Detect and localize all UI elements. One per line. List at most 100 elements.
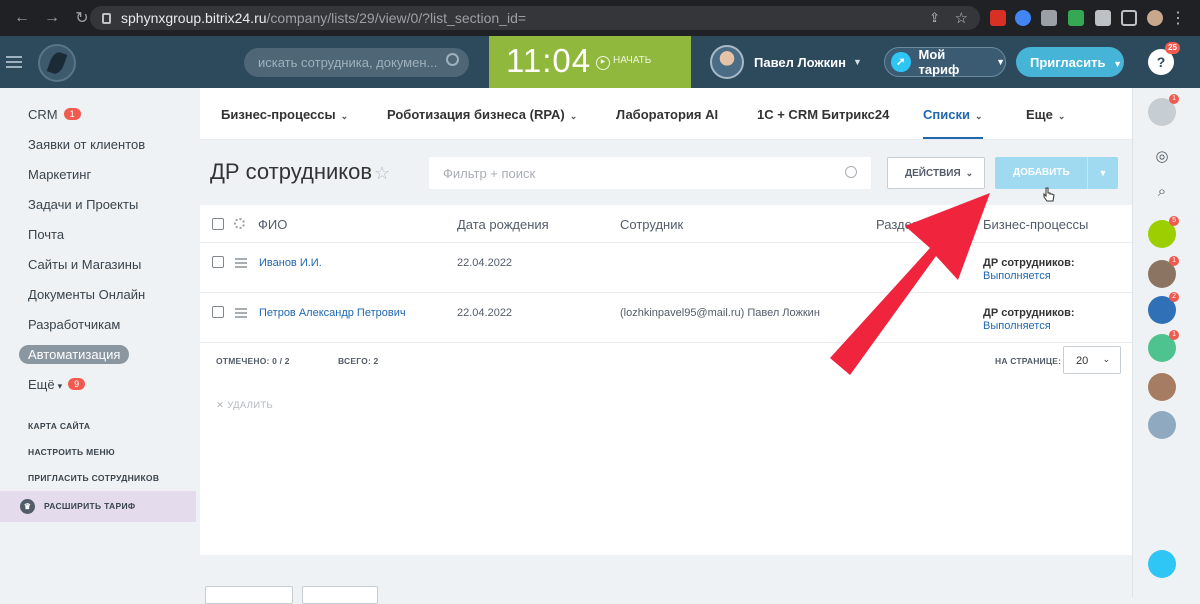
rocket-icon: ➚ bbox=[891, 52, 911, 72]
tab-label: Списки bbox=[923, 107, 970, 122]
row-checkbox[interactable] bbox=[212, 256, 224, 268]
help-button[interactable]: ? 25 bbox=[1148, 42, 1180, 75]
share-icon[interactable]: ⇪ bbox=[929, 10, 940, 26]
upgrade-plan-button[interactable]: ♛ РАСШИРИТЬ ТАРИФ bbox=[0, 491, 196, 522]
row-checkbox[interactable] bbox=[212, 306, 224, 318]
forward-icon[interactable]: → bbox=[44, 9, 60, 27]
company-logo[interactable] bbox=[38, 44, 76, 82]
sidebar-item-label: Задачи и Проекты bbox=[28, 197, 139, 212]
bottom-button[interactable] bbox=[205, 586, 293, 604]
search-input[interactable]: искать сотрудника, докумен... bbox=[244, 48, 469, 77]
sitemap-link[interactable]: КАРТА САЙТА bbox=[28, 421, 90, 431]
bookmark-star-icon[interactable]: ☆ bbox=[955, 9, 968, 27]
sidebar-item-documents[interactable]: Документы Онлайн bbox=[28, 287, 145, 302]
sidebar-item-sites[interactable]: Сайты и Магазины bbox=[28, 257, 141, 272]
column-header[interactable]: Дата рождения bbox=[457, 217, 549, 232]
table-row[interactable]: Петров Александр Петрович 22.04.2022 (lo… bbox=[200, 293, 1132, 343]
start-workday-button[interactable]: НАЧАТЬ bbox=[596, 55, 651, 70]
tab-business-processes[interactable]: Бизнес-процессы ⌄ bbox=[221, 107, 348, 122]
sidebar-item-mail[interactable]: Почта bbox=[28, 227, 64, 242]
search-icon[interactable] bbox=[446, 53, 459, 66]
tab-rpa[interactable]: Роботизация бизнеса (RPA) ⌄ bbox=[387, 107, 577, 122]
bp-status-link[interactable]: Выполняется bbox=[983, 270, 1051, 282]
select-all-checkbox[interactable] bbox=[212, 218, 224, 230]
extension-icon[interactable] bbox=[1015, 10, 1031, 26]
chat-icon[interactable]: ◎ bbox=[1148, 143, 1176, 171]
column-header[interactable]: Сотрудник bbox=[620, 217, 683, 232]
row-name-link[interactable]: Петров Александр Петрович bbox=[259, 307, 406, 319]
counter-badge: 9 bbox=[68, 378, 86, 390]
support-icon[interactable] bbox=[1148, 550, 1176, 578]
sidebar-item-developers[interactable]: Разработчикам bbox=[28, 317, 120, 332]
shield-icon[interactable] bbox=[1068, 10, 1084, 26]
address-bar[interactable]: sphynxgroup.bitrix24.ru/company/lists/29… bbox=[90, 6, 980, 30]
avatar[interactable] bbox=[1148, 411, 1176, 439]
more-icon[interactable]: ⋮ bbox=[1170, 8, 1186, 28]
tab-1c-crm[interactable]: 1С + CRM Битрикс24 bbox=[757, 107, 889, 122]
per-page-select[interactable]: 20 ⌄ bbox=[1063, 346, 1121, 374]
profile-avatar[interactable] bbox=[1147, 10, 1163, 26]
filter-search-input[interactable]: Фильтр + поиск bbox=[429, 157, 871, 189]
crown-icon: ♛ bbox=[20, 499, 35, 514]
column-header[interactable]: ФИО bbox=[258, 217, 287, 232]
sidebar-item-marketing[interactable]: Маркетинг bbox=[28, 167, 91, 182]
sidebar-item-more[interactable]: Ещё ▾ 9 bbox=[28, 377, 86, 392]
drag-handle-icon[interactable] bbox=[235, 258, 247, 270]
total-count: ВСЕГО: 2 bbox=[338, 356, 378, 366]
notifications-bell-icon[interactable]: 1 bbox=[1148, 94, 1179, 126]
chevron-down-icon: ⌄ bbox=[569, 111, 578, 121]
add-button[interactable]: ДОБАВИТЬ bbox=[995, 157, 1087, 189]
invite-employees-link[interactable]: ПРИГЛАСИТЬ СОТРУДНИКОВ bbox=[28, 473, 159, 483]
bp-status-link[interactable]: Выполняется bbox=[983, 320, 1051, 332]
search-icon[interactable]: ⌕ bbox=[1148, 178, 1176, 206]
avatar[interactable]: 1 bbox=[1148, 256, 1179, 288]
sidebar-item-label: Почта bbox=[28, 227, 65, 242]
browser-toolbar: ← → ↻ sphynxgroup.bitrix24.ru/company/li… bbox=[0, 0, 1200, 36]
group-chat-icon[interactable]: 2 bbox=[1148, 292, 1179, 324]
per-page-label: НА СТРАНИЦЕ: bbox=[995, 356, 1062, 366]
chevron-down-icon: ⌄ bbox=[1102, 354, 1110, 364]
back-icon[interactable]: ← bbox=[14, 9, 30, 27]
counter-badge: 1 bbox=[63, 108, 81, 120]
chevron-down-icon: ⌄ bbox=[340, 111, 349, 121]
column-header[interactable]: Бизнес-процессы bbox=[983, 217, 1088, 232]
invite-button[interactable]: Пригласить ▼ bbox=[1016, 47, 1124, 77]
lock-icon[interactable]: 5 bbox=[1148, 216, 1179, 248]
add-dropdown-button[interactable]: ▼ bbox=[1087, 157, 1118, 189]
drag-handle-icon[interactable] bbox=[235, 308, 247, 320]
favorite-star-icon[interactable]: ☆ bbox=[374, 163, 390, 184]
sidebar-item-crm[interactable]: CRM 1 bbox=[28, 107, 81, 122]
search-icon[interactable] bbox=[845, 166, 857, 178]
sidebar-item-tasks[interactable]: Задачи и Проекты bbox=[28, 197, 138, 212]
extension-icon[interactable] bbox=[990, 10, 1006, 26]
chevron-down-icon: ▾ bbox=[57, 381, 63, 391]
tariff-button[interactable]: ➚ Мой тариф ▼ bbox=[884, 47, 1006, 77]
sidebar-item-automation[interactable]: Автоматизация bbox=[19, 345, 130, 364]
bottom-button[interactable] bbox=[302, 586, 378, 604]
user-icon[interactable]: 1 bbox=[1148, 330, 1179, 362]
table-row[interactable]: Иванов И.И. 22.04.2022 ДР сотрудников: В… bbox=[200, 243, 1132, 293]
sidebar-item-requests[interactable]: Заявки от клиентов bbox=[28, 137, 145, 152]
upgrade-label: РАСШИРИТЬ ТАРИФ bbox=[44, 501, 136, 511]
gear-icon[interactable] bbox=[234, 218, 245, 229]
configure-menu-link[interactable]: НАСТРОИТЬ МЕНЮ bbox=[28, 447, 115, 457]
tab-ai-lab[interactable]: Лаборатория AI bbox=[616, 107, 718, 122]
tab-more[interactable]: Еще ⌄ bbox=[1026, 107, 1065, 122]
reload-icon[interactable]: ↻ bbox=[74, 8, 90, 28]
counter-badge: 2 bbox=[1169, 292, 1179, 302]
column-header[interactable]: Разделы bbox=[876, 217, 928, 232]
delete-button[interactable]: ✕ УДАЛИТЬ bbox=[216, 400, 273, 411]
tab-lists[interactable]: Списки ⌄ bbox=[923, 107, 983, 139]
actions-button[interactable]: ДЕЙСТВИЯ ⌄ bbox=[887, 157, 985, 189]
row-name-link[interactable]: Иванов И.И. bbox=[259, 257, 322, 269]
workday-clock[interactable]: 11:04 НАЧАТЬ bbox=[489, 36, 691, 88]
puzzle-icon[interactable] bbox=[1095, 10, 1111, 26]
sidebar-item-label: Ещё bbox=[28, 377, 55, 392]
extension-icon[interactable] bbox=[1041, 10, 1057, 26]
menu-icon[interactable] bbox=[6, 56, 22, 71]
user-menu[interactable]: Павел Ложкин ▼ bbox=[710, 45, 862, 79]
actions-label: ДЕЙСТВИЯ bbox=[905, 168, 961, 179]
avatar[interactable] bbox=[1148, 373, 1176, 401]
sidepanel-icon[interactable] bbox=[1121, 10, 1137, 26]
page-title: ДР сотрудников bbox=[210, 159, 373, 184]
